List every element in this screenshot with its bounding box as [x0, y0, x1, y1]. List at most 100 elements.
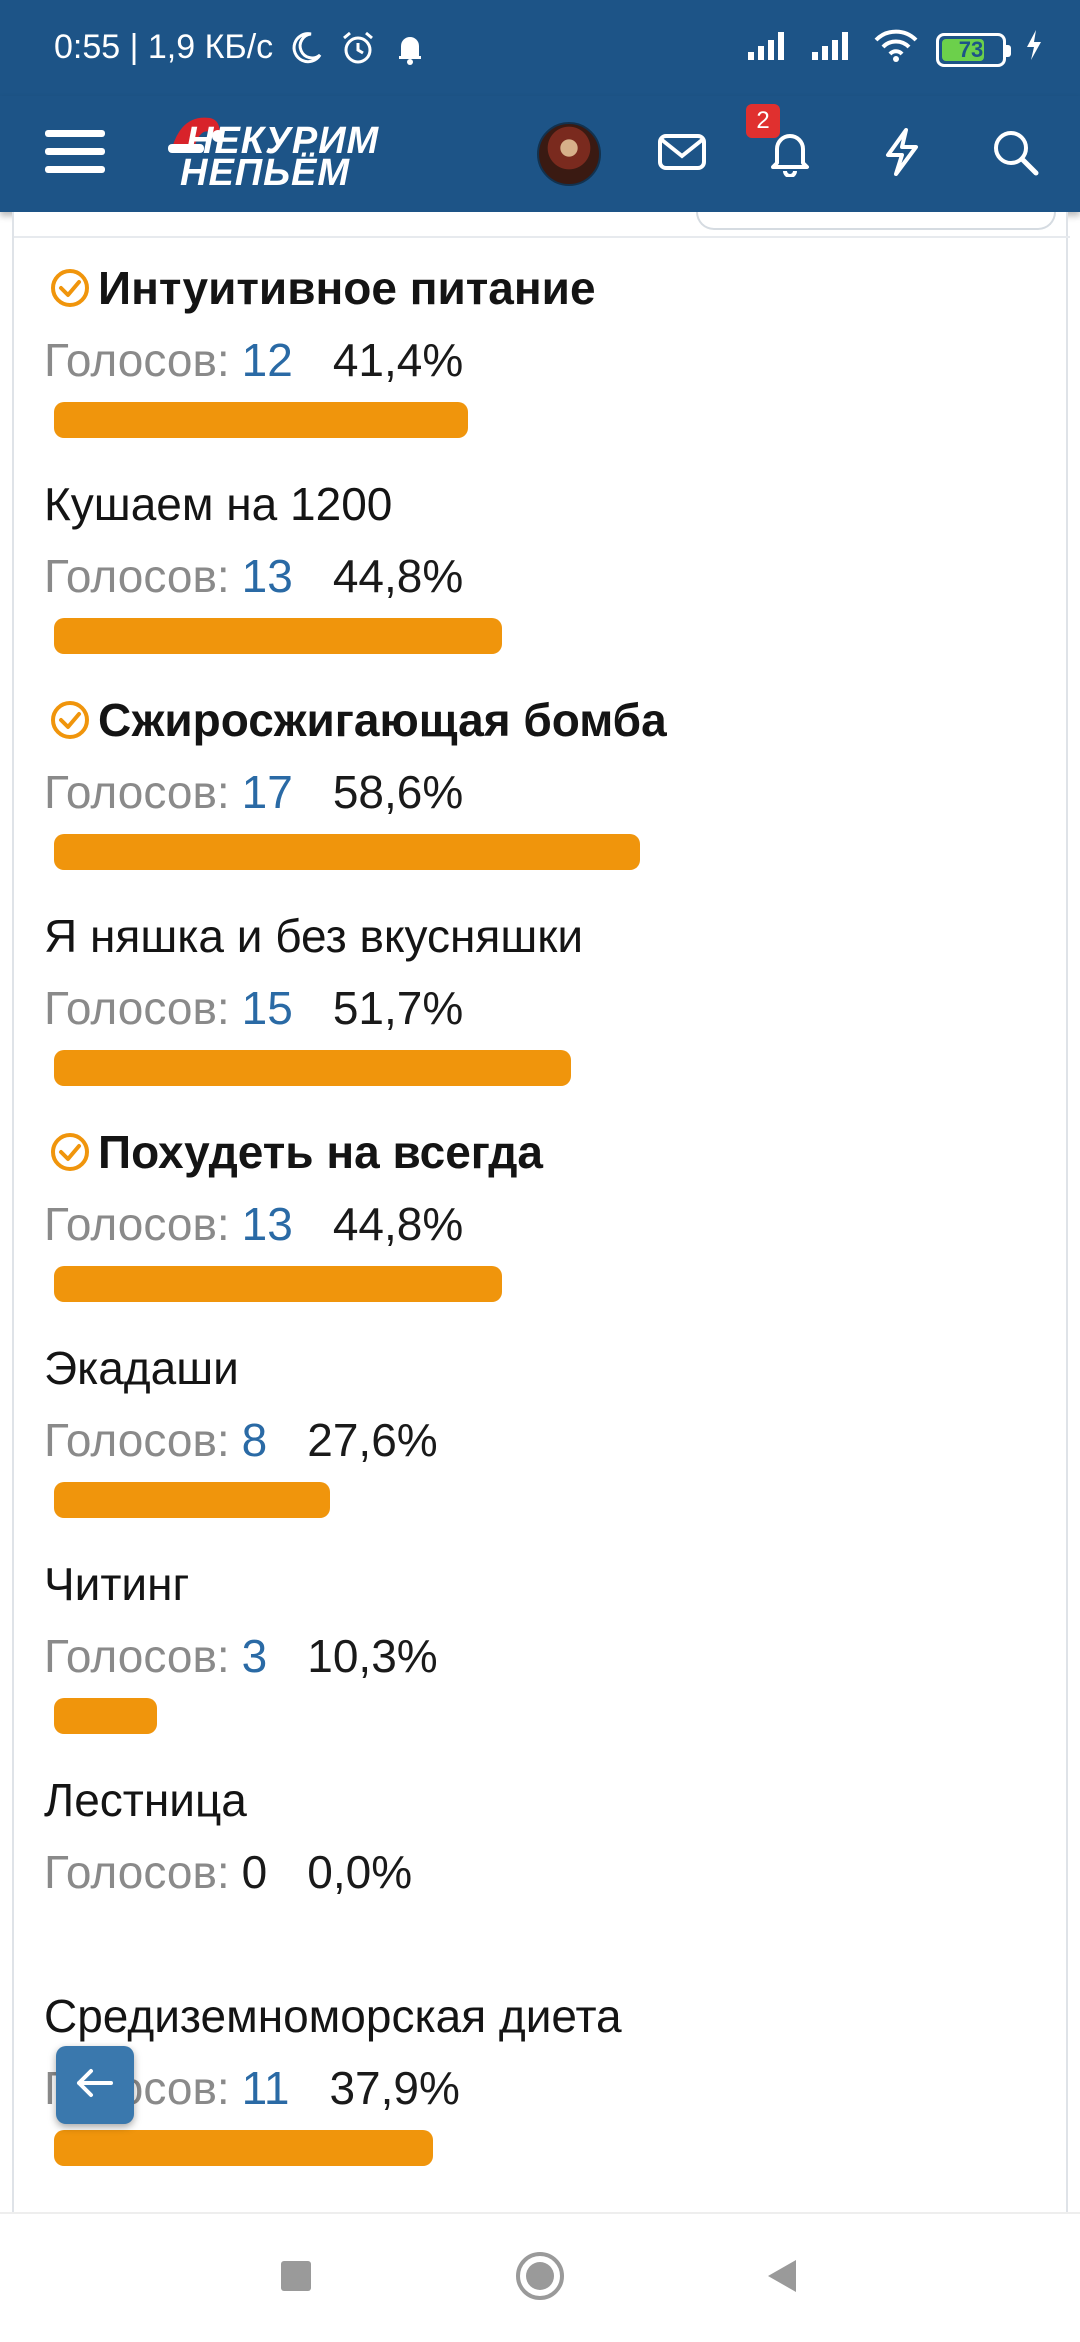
poll-option-label: 10000 шагов: [98, 2205, 378, 2212]
poll-results: Интуитивное питание Голосов: 12 41,4% Кушаем…: [44, 258, 1044, 2212]
poll-votes-row: Голосов: 13 44,8%: [44, 1194, 463, 1254]
poll-votes-row: Голосов: 13 44,8%: [44, 546, 463, 606]
system-nav-bar: [0, 2212, 1080, 2340]
back-triangle-icon: [762, 2256, 802, 2301]
poll-option-title: Лестница: [44, 1770, 247, 1830]
poll-option-title: Читинг: [44, 1554, 189, 1614]
votes-percent: 10,3%: [307, 1630, 438, 1682]
mail-icon: [657, 132, 707, 177]
votes-count[interactable]: 15: [242, 981, 293, 1035]
bell-status-icon: [391, 29, 429, 67]
alarm-icon: [339, 29, 377, 67]
divider: [14, 236, 1070, 238]
recents-button[interactable]: [236, 2214, 356, 2342]
votes-label: Голосов:: [44, 550, 230, 602]
poll-result-bar: [54, 1050, 571, 1086]
poll-votes-row: Голосов: 3 10,3%: [44, 1626, 438, 1686]
poll-votes-row: Голосов: 17 58,6%: [44, 762, 463, 822]
votes-count[interactable]: 12: [242, 333, 293, 387]
poll-result-bar: [54, 2130, 433, 2166]
search-button[interactable]: [980, 96, 1050, 212]
votes-label: Голосов:: [44, 766, 230, 818]
avatar-button[interactable]: [536, 96, 602, 212]
poll-option-title: Средиземноморская диета: [44, 1986, 622, 2046]
votes-count: 0: [241, 1846, 268, 1898]
arrow-left-icon: [75, 2067, 115, 2104]
poll-option-title: Интуитивное питание: [44, 258, 596, 318]
poll-option-label: Я няшка и без вкусняшки: [44, 910, 584, 962]
poll-option-label: Похудеть на всегда: [98, 1126, 543, 1178]
status-time-speed: 0:55 | 1,9 КБ/с: [54, 28, 274, 66]
poll-option: Кушаем на 1200 Голосов: 13 44,8%: [44, 474, 1044, 690]
poll-option: Интуитивное питание Голосов: 12 41,4%: [44, 258, 1044, 474]
poll-option: Лестница Голосов: 0 0,0%: [44, 1770, 1044, 1986]
votes-percent: 27,6%: [307, 1414, 438, 1466]
poll-panel: Интуитивное питание Голосов: 12 41,4% Кушаем…: [12, 212, 1070, 2212]
poll-votes-row: Голосов: 15 51,7%: [44, 978, 463, 1038]
poll-votes-row: Голосов: 0 0,0%: [44, 1842, 412, 1902]
poll-option: Экадаши Голосов: 8 27,6%: [44, 1338, 1044, 1554]
inbox-button[interactable]: [650, 96, 714, 212]
votes-label: Голосов:: [44, 1198, 230, 1250]
status-left: 0:55 | 1,9 КБ/с: [54, 28, 429, 67]
poll-votes-row: Голосов: 12 41,4%: [44, 330, 463, 390]
poll-option-label: Средиземноморская диета: [44, 1990, 622, 2042]
home-circle-icon: [514, 2250, 566, 2307]
poll-option-label: Интуитивное питание: [98, 262, 596, 314]
poll-header-control[interactable]: [696, 212, 1056, 230]
votes-count[interactable]: 3: [242, 1629, 268, 1683]
charging-icon: [1024, 28, 1044, 71]
votes-percent: 37,9%: [329, 2062, 460, 2114]
poll-option-title: 10000 шагов: [44, 2202, 378, 2212]
avatar: [537, 122, 601, 186]
check-circle-icon: [48, 698, 92, 742]
poll-result-bar: [54, 618, 502, 654]
battery-indicator: 73: [936, 32, 1011, 67]
votes-percent: 0,0%: [307, 1846, 413, 1898]
poll-result-bar: [54, 834, 640, 870]
poll-option: Средиземноморская диета Голосов: 11 37,9%: [44, 1986, 1044, 2202]
poll-option-label: Экадаши: [44, 1342, 239, 1394]
votes-count[interactable]: 13: [242, 549, 293, 603]
back-button[interactable]: [722, 2214, 842, 2342]
lightning-icon: [882, 127, 922, 182]
notification-badge: 2: [746, 104, 780, 138]
poll-option-title: Кушаем на 1200: [44, 474, 392, 534]
app-header: НЕКУРИМ НЕПЬЁМ 2: [0, 96, 1080, 212]
poll-option-label: Сжиросжигающая бомба: [98, 694, 667, 746]
poll-option: 10000 шагов: [44, 2202, 1044, 2212]
poll-option-title: Я няшка и без вкусняшки: [44, 906, 583, 966]
site-logo[interactable]: НЕКУРИМ НЕПЬЁМ: [166, 110, 416, 200]
poll-result-bar: [54, 1266, 502, 1302]
poll-option-title: Сжиросжигающая бомба: [44, 690, 667, 750]
home-button[interactable]: [480, 2214, 600, 2342]
menu-button[interactable]: [30, 96, 120, 212]
votes-count[interactable]: 11: [242, 2061, 290, 2115]
whats-new-button[interactable]: [870, 96, 934, 212]
poll-option-label: Кушаем на 1200: [44, 478, 393, 530]
poll-result-bar: [54, 1698, 157, 1734]
votes-label: Голосов:: [44, 1630, 230, 1682]
votes-percent: 51,7%: [332, 982, 464, 1034]
votes-label: Голосов:: [44, 982, 230, 1034]
poll-option: Я няшка и без вкусняшки Голосов: 15 51,7%: [44, 906, 1044, 1122]
votes-count[interactable]: 8: [242, 1413, 268, 1467]
poll-option-title: Похудеть на всегда: [44, 1122, 543, 1182]
search-icon: [991, 128, 1039, 181]
votes-count[interactable]: 13: [242, 1197, 293, 1251]
menu-icon: [43, 126, 107, 183]
signal-icon-2: [810, 28, 856, 71]
poll-option-title: Экадаши: [44, 1338, 239, 1398]
votes-count[interactable]: 17: [242, 765, 293, 819]
votes-label: Голосов:: [44, 1846, 230, 1898]
poll-option: Читинг Голосов: 3 10,3%: [44, 1554, 1044, 1770]
check-circle-icon: [48, 1130, 92, 1174]
logo-line2: НЕПЬЁМ: [180, 152, 351, 194]
back-to-top-button[interactable]: [56, 2046, 134, 2124]
votes-label: Голосов:: [44, 1414, 230, 1466]
signal-icon-1: [746, 28, 792, 71]
page-content: Интуитивное питание Голосов: 12 41,4% Кушаем…: [0, 212, 1080, 2212]
poll-option-label: Лестница: [44, 1774, 247, 1826]
status-right: 73: [746, 28, 1044, 71]
status-bar: 0:55 | 1,9 КБ/с 73: [0, 0, 1080, 96]
